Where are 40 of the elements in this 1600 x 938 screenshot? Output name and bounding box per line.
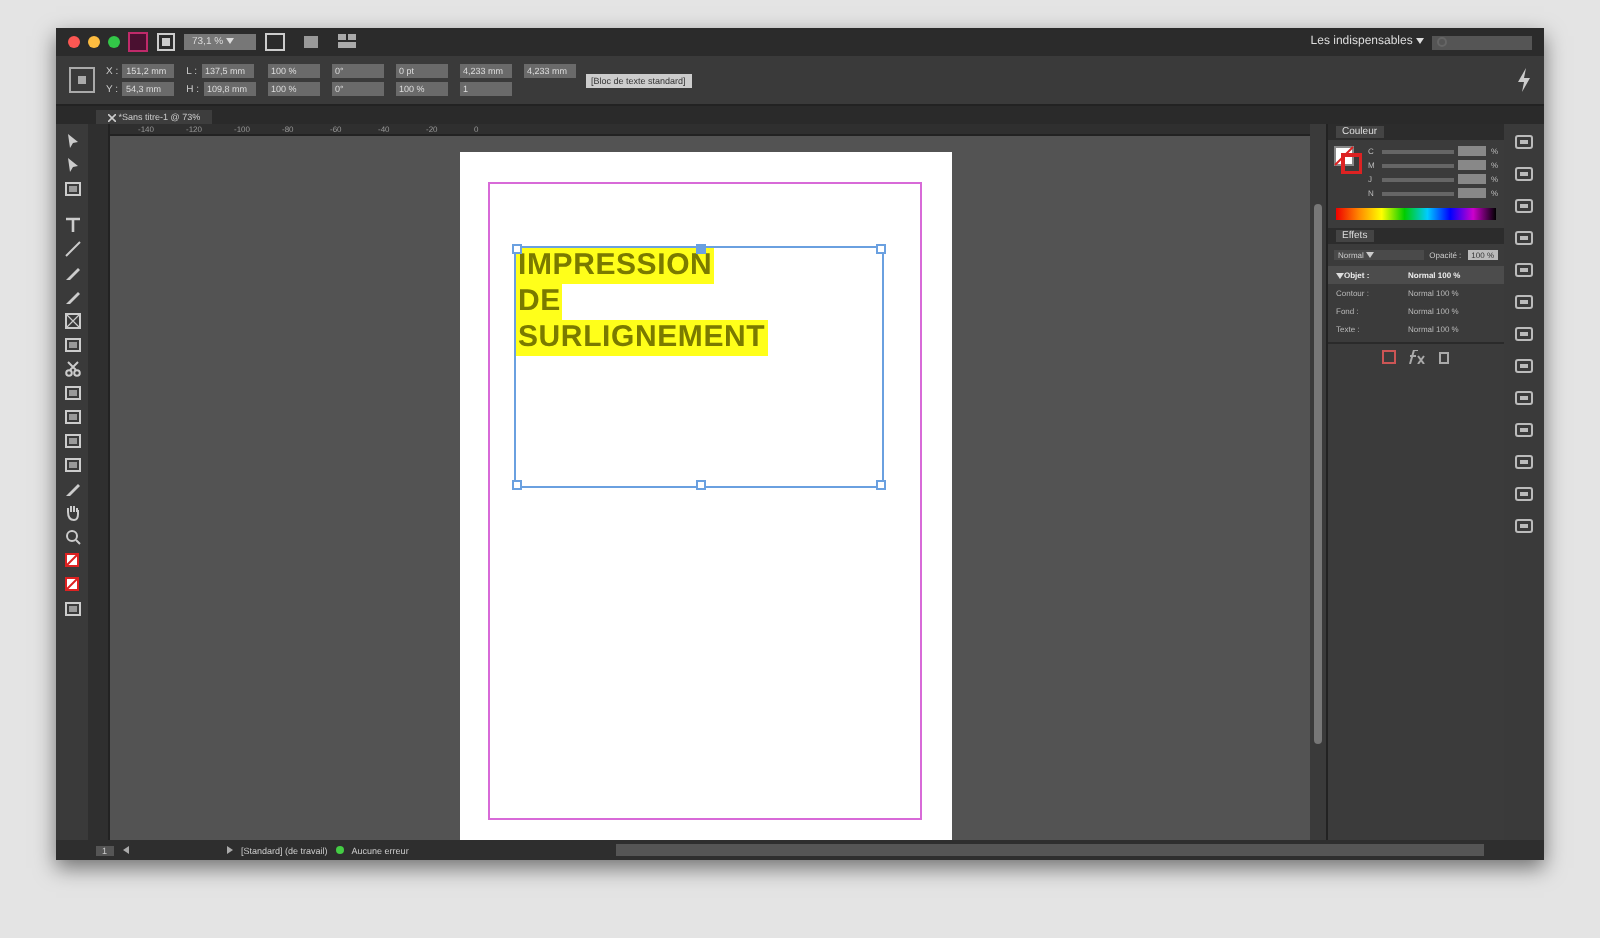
highlighted-text: IMPRESSION [516, 248, 715, 284]
input-field[interactable] [1458, 188, 1487, 198]
swatch-tool-icon[interactable] [63, 552, 81, 570]
highlighted-text: SURLIGNEMENT [516, 320, 768, 356]
preflight-status-icon [335, 846, 344, 854]
next-page-icon[interactable] [225, 846, 234, 854]
app-logo-icon [128, 32, 148, 52]
search-icon [1436, 35, 1450, 49]
swatch-tool-icon[interactable] [63, 576, 81, 594]
hand-tool-icon[interactable] [63, 504, 81, 522]
clear-effects-icon[interactable] [1382, 350, 1396, 364]
reference-point-icon[interactable] [68, 66, 96, 94]
caret-icon [225, 38, 234, 45]
frame-tool-icon[interactable] [63, 312, 81, 330]
caret-icon [1366, 252, 1375, 259]
zoom-button[interactable] [108, 36, 120, 48]
trash-icon[interactable] [1438, 350, 1450, 364]
horizontal-scrollbar[interactable] [616, 844, 1484, 856]
fx-icon[interactable] [1408, 350, 1426, 364]
pencil-tool-icon[interactable] [63, 288, 81, 306]
fill-stroke-icon[interactable] [1334, 146, 1362, 174]
lightning-icon[interactable] [1516, 68, 1532, 92]
color-spectrum[interactable] [1336, 208, 1496, 220]
scissors-tool-icon[interactable] [63, 360, 81, 378]
minimize-button[interactable] [88, 36, 100, 48]
line-tool-icon[interactable] [63, 240, 81, 258]
highlighted-text: DE [516, 284, 563, 320]
zoom-tool-icon[interactable] [63, 528, 81, 546]
input-field[interactable] [1458, 174, 1487, 184]
text-tool-icon[interactable] [63, 216, 81, 234]
previous-page-icon[interactable] [121, 846, 130, 854]
vertical-scrollbar[interactable] [1310, 124, 1326, 840]
disclosure-triangle-icon[interactable] [1336, 271, 1344, 280]
close-button[interactable] [68, 36, 80, 48]
search-field[interactable] [1432, 35, 1532, 49]
input-field[interactable] [1458, 146, 1487, 156]
input-field[interactable] [1458, 160, 1487, 170]
close-icon[interactable] [108, 113, 116, 122]
caret-icon [1416, 37, 1424, 44]
text-frame[interactable]: IMPRESSION DE SURLIGNEMENT [514, 246, 884, 488]
